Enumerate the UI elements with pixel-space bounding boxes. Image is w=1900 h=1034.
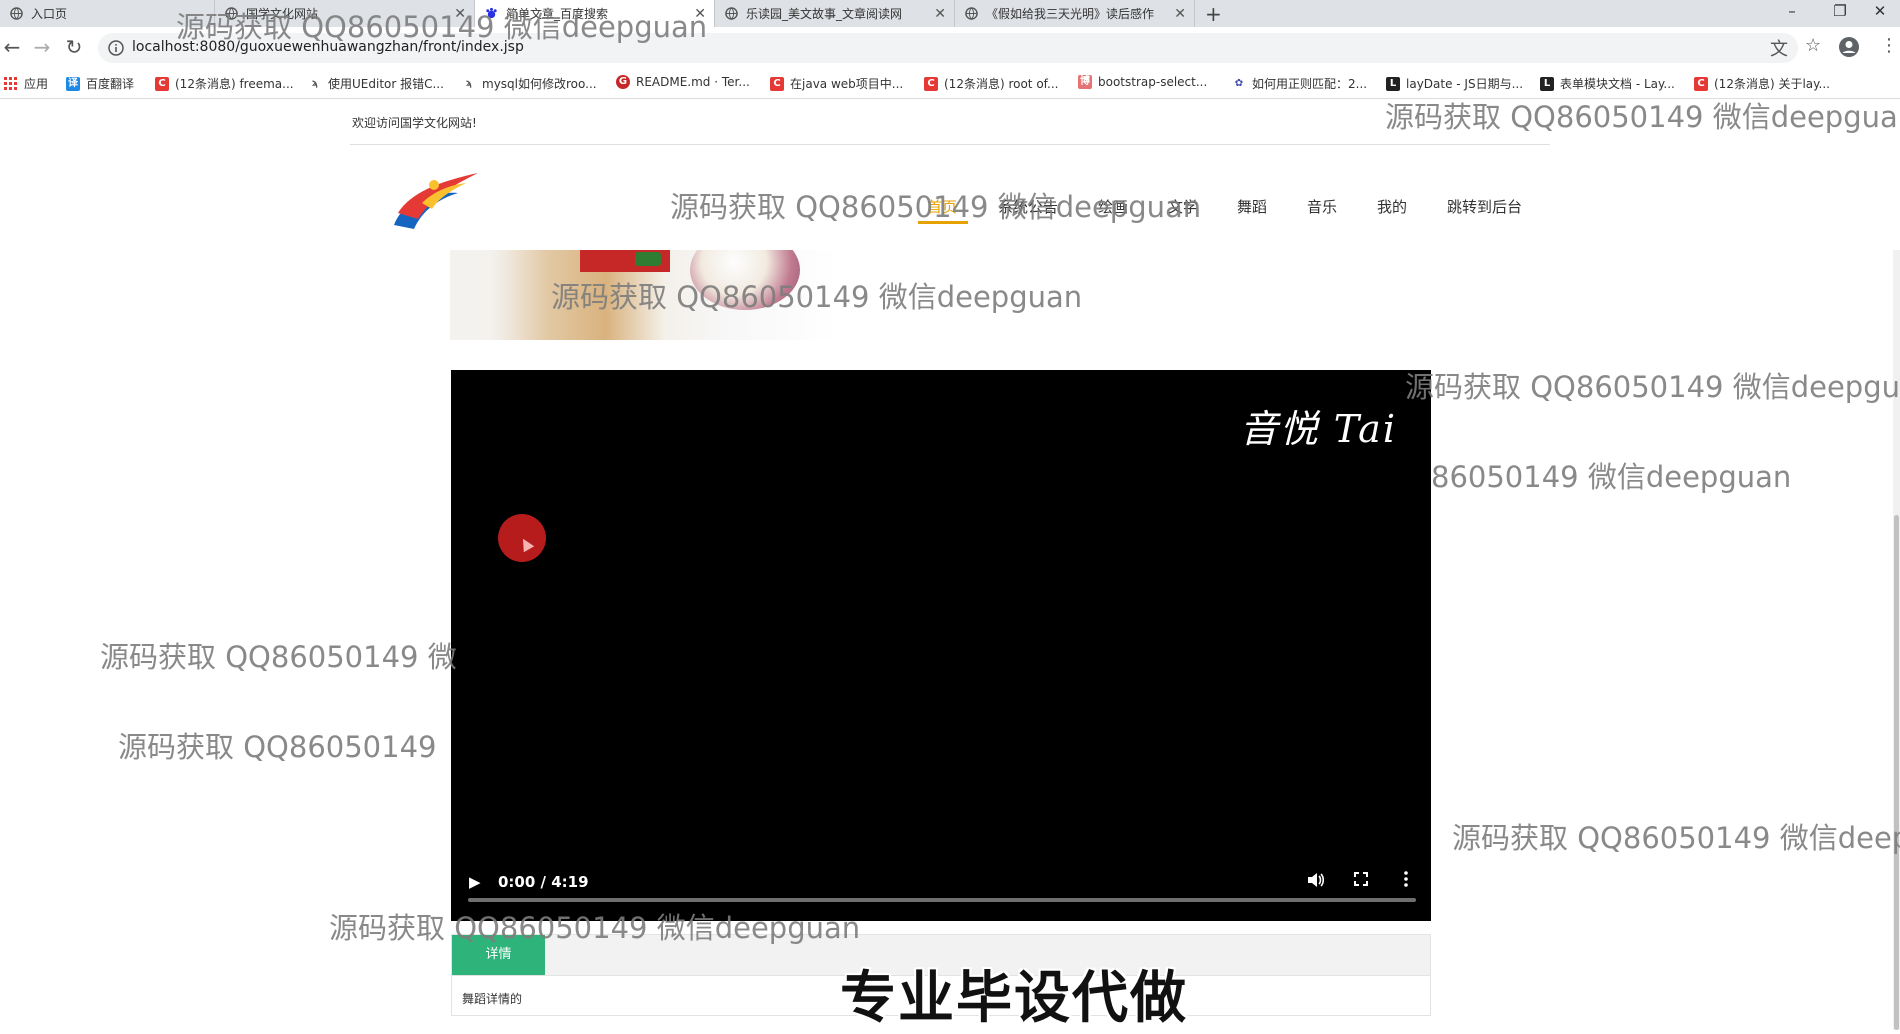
tab-title: 乐读园_美文故事_文章阅读网: [746, 7, 903, 21]
csdn-icon: C: [155, 76, 169, 91]
tab-title: 《假如给我三天光明》读后感作: [986, 7, 1155, 21]
promo-stamp: 专业毕设代做: [840, 966, 1188, 1031]
watermark-text: 源码获取 QQ86050149 微信deepguan: [551, 280, 1083, 314]
bookmark-label: (12条消息) 关于lay...: [1714, 77, 1830, 91]
close-window-button[interactable]: ✕: [1860, 2, 1900, 20]
csdn-icon: C: [770, 76, 784, 91]
csdn-icon: C: [924, 76, 938, 91]
bookmark-item[interactable]: ✿ 如何用正则匹配：2...: [1232, 75, 1367, 92]
bookmark-item[interactable]: C (12条消息) 关于lay...: [1694, 75, 1830, 92]
globe-icon: [10, 7, 23, 20]
site-logo[interactable]: [388, 163, 484, 237]
divider: [350, 144, 1550, 145]
close-icon[interactable]: ✕: [1174, 6, 1186, 22]
watermark-text: 源码获取 QQ86050149 微信deepguan: [176, 10, 708, 44]
video-player[interactable]: 音悦 Tai ▶ 0:00 / 4:19: [451, 370, 1431, 921]
reload-button[interactable]: ↻: [62, 35, 86, 59]
apps-icon: [4, 76, 17, 90]
bookmark-apps[interactable]: 应用: [4, 75, 48, 92]
bookmark-label: 如何用正则匹配：2...: [1252, 77, 1368, 91]
bookmark-item[interactable]: C 在java web项目中...: [770, 75, 903, 92]
translate-icon[interactable]: 文: [1770, 35, 1788, 61]
account-icon[interactable]: [1838, 36, 1860, 58]
bookmark-item[interactable]: 译百度翻译: [66, 75, 134, 92]
nav-admin[interactable]: 跳转到后台: [1447, 196, 1522, 217]
bookmark-label: bootstrap-select...: [1098, 75, 1208, 89]
bookmark-label: 百度翻译: [86, 77, 135, 91]
video-time: 0:00 / 4:19: [498, 873, 589, 891]
watermark-text: 源码获取 QQ86050149 微信deepguan: [329, 911, 861, 945]
bookmark-label: (12条消息) root of...: [944, 77, 1059, 91]
info-icon[interactable]: [108, 40, 124, 56]
bookmark-item[interactable]: C (12条消息) freema...: [155, 75, 294, 92]
bookmark-label: README.md · Ter...: [636, 75, 750, 89]
bookmark-item[interactable]: G README.md · Ter...: [616, 75, 750, 89]
browser-tab[interactable]: 《假如给我三天光明》读后感作 ✕: [955, 0, 1195, 27]
watermark-text: 源码获取 QQ86050149 微信deepgu: [1405, 370, 1900, 404]
fullscreen-icon[interactable]: [1351, 869, 1371, 889]
watermark-text: 源码获取 QQ86050149: [118, 730, 437, 764]
bookmark-label: 表单模块文档 - Lay...: [1560, 77, 1675, 91]
bookmark-label: mysql如何修改roo...: [482, 77, 597, 91]
layui-icon: L: [1540, 76, 1554, 91]
translate-icon: 译: [66, 76, 80, 91]
watermark-text: 源码获取 QQ86050149 微: [100, 640, 457, 674]
forward-button[interactable]: →: [30, 35, 54, 59]
nav-dance[interactable]: 舞蹈: [1237, 196, 1267, 217]
bookmark-item[interactable]: C (12条消息) root of...: [924, 75, 1058, 92]
bookmark-label: 在java web项目中...: [790, 77, 904, 91]
bookmark-item[interactable]: 博 bootstrap-select...: [1078, 75, 1207, 89]
more-options-icon[interactable]: [1396, 869, 1416, 889]
detail-text: 舞蹈详情的: [462, 992, 523, 1006]
watermark-text: 源码获取 QQ86050149 微信deepgua: [1385, 100, 1898, 134]
back-button[interactable]: ←: [0, 35, 24, 59]
blog-icon: 博: [1078, 75, 1092, 89]
bookmark-label: 使用UEditor 报错C...: [328, 77, 444, 91]
menu-icon[interactable]: ⋮: [1880, 35, 1898, 56]
minimize-button[interactable]: –: [1772, 2, 1812, 20]
welcome-text: 欢迎访问国学文化网站!: [352, 116, 477, 130]
bookmark-item[interactable]: L 表单模块文档 - Lay...: [1540, 75, 1675, 92]
bookmark-item[interactable]: ϡ 使用UEditor 报错C...: [308, 75, 444, 92]
watermark-text: 86050149 微信deepguan: [1431, 460, 1792, 494]
globe-icon: [965, 7, 978, 20]
layui-icon: L: [1386, 76, 1400, 91]
watermark-text: 源码获取 QQ86050149 微信deepguan: [670, 190, 1202, 224]
hook-icon: ϡ: [465, 77, 473, 89]
bookmark-item[interactable]: ϡ mysql如何修改roo...: [462, 75, 597, 92]
hook-icon: ϡ: [311, 77, 319, 89]
nav-mine[interactable]: 我的: [1377, 196, 1407, 217]
play-icon[interactable]: ▶: [469, 873, 481, 891]
watermark-text: 源码获取 QQ86050149 微信deep: [1452, 821, 1900, 855]
bookmark-label: 应用: [24, 77, 49, 91]
video-progress-bar[interactable]: [468, 898, 1416, 902]
video-watermark: 音悦 Tai: [1239, 407, 1397, 451]
globe-icon: [725, 7, 738, 20]
paw-icon: ✿: [1234, 77, 1244, 89]
bookmark-item[interactable]: LlayDate - JS日期与...: [1386, 75, 1523, 92]
bookmark-label: layDate - JS日期与...: [1406, 77, 1524, 91]
volume-icon[interactable]: [1305, 870, 1325, 890]
nav-music[interactable]: 音乐: [1307, 196, 1337, 217]
star-icon[interactable]: ☆: [1805, 35, 1821, 56]
new-tab-button[interactable]: +: [1205, 2, 1222, 26]
close-icon[interactable]: ✕: [934, 6, 946, 22]
scrollbar-thumb[interactable]: [1894, 515, 1899, 1030]
gitee-icon: G: [616, 75, 630, 89]
browser-tab[interactable]: 乐读园_美文故事_文章阅读网 ✕: [715, 0, 955, 27]
restore-button[interactable]: ❐: [1820, 2, 1860, 20]
csdn-icon: C: [1694, 76, 1708, 91]
bookmark-label: (12条消息) freema...: [175, 77, 294, 91]
